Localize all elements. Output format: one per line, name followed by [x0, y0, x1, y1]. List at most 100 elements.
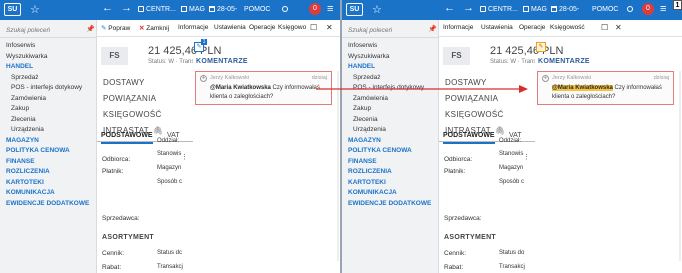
section-deliveries[interactable]: DOSTAWY	[445, 75, 505, 91]
user-button[interactable]	[282, 6, 290, 13]
favorites-star-icon[interactable]: ☆	[372, 3, 382, 16]
sidebar-item[interactable]: HANDEL	[342, 62, 439, 73]
help-button[interactable]: POMOC	[592, 6, 618, 13]
sidebar-item[interactable]: Zakup	[342, 104, 439, 115]
hamburger-menu-icon[interactable]: ≡	[660, 3, 666, 15]
sidebar-item[interactable]: Urządzenia	[0, 125, 97, 136]
section-deliveries[interactable]: DOSTAWY	[103, 75, 163, 91]
sidebar-item[interactable]: POLITYKA CENOWA	[342, 146, 439, 157]
forward-arrow-icon[interactable]: →	[463, 2, 474, 14]
more-dots-icon[interactable]: ⋮	[181, 153, 188, 161]
document-type-code: FS	[443, 47, 470, 65]
pin-icon[interactable]: 📌	[428, 25, 437, 33]
command-search-input[interactable]	[6, 25, 84, 35]
comments-scrollbar[interactable]	[337, 71, 339, 261]
comment-mention[interactable]: @Maria Kwiatkowska	[210, 85, 271, 91]
sidebar-item[interactable]: Wyszukiwarka	[342, 52, 439, 63]
sidebar-item[interactable]: ROZLICZENIA	[342, 167, 439, 178]
sidebar-item[interactable]: Infoserwis	[0, 41, 97, 52]
sidebar-item[interactable]: Zamówienia	[342, 94, 439, 105]
comments-scrollbar[interactable]	[679, 71, 681, 261]
comment-text: @Maria Kwiatkowska Czy informowałaś klie…	[210, 85, 320, 100]
accounting-menu[interactable]: Księgowość	[550, 24, 585, 31]
comments-title: KOMENTARZE	[196, 58, 248, 65]
info-menu[interactable]: Informacje	[178, 24, 208, 31]
sidebar-item[interactable]: POLITYKA CENOWA	[0, 146, 97, 157]
warehouse-selector[interactable]: MAG	[523, 6, 547, 13]
sidebar-item[interactable]: EWIDENCJE DODATKOWE	[0, 199, 97, 210]
company-icon	[480, 6, 486, 12]
section-relations[interactable]: POWIĄZANIA	[103, 91, 163, 107]
operations-menu[interactable]: Operacje	[519, 24, 545, 31]
sidebar-item[interactable]: KOMUNIKACJA	[0, 188, 97, 199]
company-selector[interactable]: CENTR...	[138, 6, 176, 13]
comment-card[interactable]: ● Jerzy Kalkowski dzisiaj @Maria Kwiatko…	[195, 71, 332, 105]
back-arrow-icon[interactable]: ←	[444, 2, 455, 14]
comment-date: dzisiaj	[311, 75, 327, 81]
close-button[interactable]: ✕ Zamknij	[139, 24, 169, 32]
date-selector[interactable]: 28-05-	[551, 6, 579, 13]
sidebar-item[interactable]: KARTOTEKI	[0, 178, 97, 189]
section-accounting[interactable]: KSIĘGOWOŚĆ	[445, 107, 505, 123]
info-menu[interactable]: Informacje	[443, 24, 473, 31]
pin-icon[interactable]: 📌	[86, 25, 95, 33]
assortment-header: ASORTYMENT	[102, 234, 154, 241]
comment-card[interactable]: ● Jerzy Kalkowski dzisiaj @Maria Kwiatko…	[537, 71, 674, 105]
document-toolbar: Informacje Ustawienia Operacje Księgowoś…	[439, 20, 682, 37]
sidebar-item[interactable]: Zamówienia	[0, 94, 97, 105]
sidebar-item[interactable]: Zlecenia	[342, 115, 439, 126]
restore-window-icon[interactable]: ☐	[601, 23, 608, 32]
close-window-icon[interactable]: ✕	[615, 23, 622, 32]
warehouse-selector[interactable]: MAG	[181, 6, 205, 13]
company-selector[interactable]: CENTR...	[480, 6, 518, 13]
sidebar-item[interactable]: Zakup	[0, 104, 97, 115]
sidebar-item[interactable]: FINANSE	[0, 157, 97, 168]
sidebar-item[interactable]: Zlecenia	[0, 115, 97, 126]
settings-menu[interactable]: Ustawienia	[214, 24, 246, 31]
sidebar-item[interactable]: Infoserwis	[342, 41, 439, 52]
recipient-label: Odbiorca:	[102, 156, 131, 163]
command-search-input[interactable]	[348, 25, 426, 35]
notifications-badge[interactable]: 0	[309, 3, 321, 15]
sidebar-item[interactable]: Urządzenia	[342, 125, 439, 136]
sidebar-item[interactable]: EWIDENCJE DODATKOWE	[342, 199, 439, 210]
hamburger-menu-icon[interactable]: ≡	[327, 3, 333, 15]
favorites-star-icon[interactable]: ☆	[30, 3, 40, 16]
warehouse-icon	[523, 6, 529, 12]
date-selector[interactable]: 28-05-	[209, 6, 237, 13]
help-button[interactable]: POMOC	[244, 6, 270, 13]
comment-mention-highlighted[interactable]: @Maria Kwiatkowska	[552, 85, 613, 91]
branch-label: Oddział:	[157, 138, 180, 144]
sidebar-item[interactable]: Wyszukiwarka	[0, 52, 97, 63]
back-arrow-icon[interactable]: ←	[102, 2, 113, 14]
notifications-badge[interactable]: 0	[642, 3, 654, 15]
sidebar-item[interactable]: POS - interfejs dotykowy	[0, 83, 97, 94]
sidebar-item[interactable]: ROZLICZENIA	[0, 167, 97, 178]
forward-arrow-icon[interactable]: →	[121, 2, 132, 14]
app-logo[interactable]: SU	[346, 3, 363, 16]
user-icon	[282, 6, 288, 12]
app-logo[interactable]: SU	[4, 3, 21, 16]
sidebar-item[interactable]: POS - interfejs dotykowy	[342, 83, 439, 94]
sidebar-item[interactable]: Sprzedaż	[342, 73, 439, 84]
comments-toggle-icon[interactable]: ✎	[536, 42, 546, 52]
sidebar-item[interactable]: Sprzedaż	[0, 73, 97, 84]
sidebar-item[interactable]: FINANSE	[342, 157, 439, 168]
user-button[interactable]	[627, 6, 635, 13]
settings-menu[interactable]: Ustawienia	[481, 24, 513, 31]
operations-menu[interactable]: Operacje	[249, 24, 275, 31]
sidebar-item[interactable]: HANDEL	[0, 62, 97, 73]
section-accounting[interactable]: KSIĘGOWOŚĆ	[103, 107, 163, 123]
tab-basic[interactable]: PODSTAWOWE	[443, 129, 495, 144]
sidebar-item[interactable]: MAGAZYN	[342, 136, 439, 147]
accounting-menu[interactable]: Księgowo	[278, 24, 306, 31]
more-dots-icon[interactable]: ⋮	[523, 153, 530, 161]
restore-window-icon[interactable]: ☐	[310, 23, 317, 32]
sidebar-item[interactable]: KARTOTEKI	[342, 178, 439, 189]
tab-basic[interactable]: PODSTAWOWE	[101, 129, 153, 144]
close-window-icon[interactable]: ✕	[326, 23, 333, 32]
fix-button[interactable]: ✎ Popraw	[101, 24, 130, 32]
section-relations[interactable]: POWIĄZANIA	[445, 91, 505, 107]
sidebar-item[interactable]: MAGAZYN	[0, 136, 97, 147]
sidebar-item[interactable]: KOMUNIKACJA	[342, 188, 439, 199]
